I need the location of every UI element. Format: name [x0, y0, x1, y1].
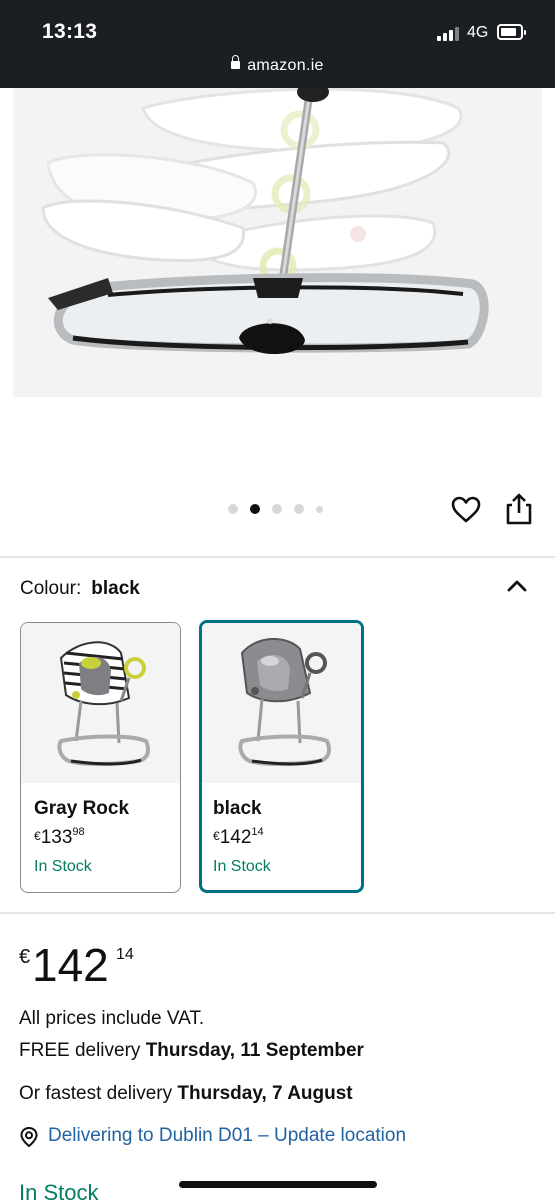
colour-label-text: Colour: [20, 578, 82, 599]
price-fraction: 98 [72, 826, 85, 838]
product-image[interactable] [13, 88, 542, 397]
location-pin-icon [20, 1126, 38, 1148]
url-text: amazon.ie [247, 57, 324, 74]
colour-selector-label: Colour: black [20, 578, 140, 600]
home-indicator[interactable] [179, 1181, 377, 1188]
price-fraction: 14 [251, 826, 264, 838]
delivery-date: Thursday, 11 September [145, 1040, 364, 1061]
carousel-dot[interactable] [272, 504, 282, 514]
section-divider [0, 912, 555, 914]
vat-note: All prices include VAT. [19, 1008, 205, 1029]
swatch-image [21, 623, 180, 783]
carousel-dot-active[interactable] [250, 504, 260, 514]
update-location-link[interactable]: Delivering to Dublin D01 – Update locati… [48, 1125, 406, 1147]
signal-icon [437, 27, 461, 41]
share-icon[interactable] [503, 492, 535, 526]
price-whole: 142 [219, 827, 252, 848]
heart-icon[interactable] [450, 494, 482, 526]
carousel-dot[interactable] [228, 504, 238, 514]
address-bar[interactable]: amazon.ie [0, 55, 555, 75]
fastest-date: Thursday, 7 August [177, 1083, 353, 1104]
section-divider [0, 556, 555, 558]
price-currency: € [19, 946, 31, 968]
price-whole: 142 [32, 939, 109, 991]
colour-option-black[interactable]: black €14214 In Stock [199, 620, 364, 893]
lock-icon [231, 55, 241, 69]
fastest-prefix: Or fastest delivery [19, 1083, 173, 1104]
chevron-up-icon[interactable] [506, 578, 528, 594]
carousel-dot[interactable] [316, 506, 323, 513]
selected-colour: black [91, 578, 140, 599]
carousel-dot[interactable] [294, 504, 304, 514]
price-currency: € [34, 829, 41, 843]
network-type: 4G [467, 24, 489, 41]
swatch-image [202, 623, 361, 783]
price-currency: € [213, 829, 220, 843]
battery-icon [497, 24, 526, 40]
swatch-price: €14214 [213, 826, 264, 849]
price-fraction: 14 [116, 946, 134, 963]
delivery-prefix: FREE delivery [19, 1040, 141, 1061]
availability-status: In Stock [19, 1180, 99, 1200]
colour-option-gray-rock[interactable]: Gray Rock €13398 In Stock [20, 622, 181, 893]
free-delivery: FREE delivery Thursday, 11 September [19, 1040, 364, 1062]
swatch-name: Gray Rock [34, 798, 130, 819]
swatch-stock: In Stock [34, 858, 92, 875]
status-bar: 13:13 4G amazon.ie [0, 0, 555, 88]
fastest-delivery: Or fastest delivery Thursday, 7 August [19, 1083, 353, 1105]
swatch-price: €13398 [34, 826, 85, 849]
status-time: 13:13 [42, 20, 98, 43]
swatch-name: black [213, 798, 262, 819]
swatch-stock: In Stock [213, 858, 271, 875]
price-whole: 133 [40, 827, 73, 848]
